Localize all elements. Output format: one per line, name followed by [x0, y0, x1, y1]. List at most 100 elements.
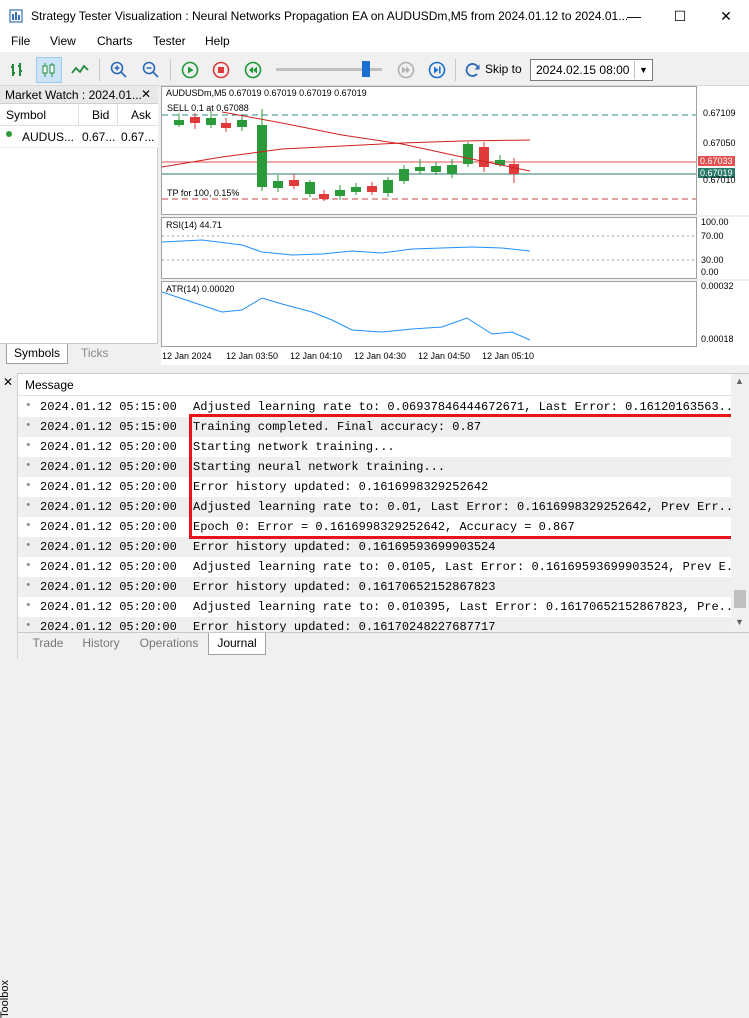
- candlestick-icon: [42, 63, 55, 77]
- log-bullet-icon: •: [25, 440, 32, 452]
- scrollbar-thumb[interactable]: [734, 590, 746, 608]
- price-tick: 0.67010: [703, 175, 736, 185]
- log-bullet-icon: •: [25, 500, 32, 512]
- time-tick: 12 Jan 04:30: [354, 351, 407, 361]
- column-divider: [117, 104, 118, 126]
- log-bullet-icon: •: [25, 580, 32, 592]
- candle-body: [273, 181, 283, 188]
- maximize-button[interactable]: ☐: [657, 0, 703, 32]
- candle-body: [206, 118, 216, 125]
- stop-icon: [212, 61, 230, 79]
- candle-body: [431, 166, 441, 172]
- highlight-box: [189, 414, 734, 539]
- log-bullet-icon: •: [25, 560, 32, 572]
- time-tick: 12 Jan 2024: [162, 351, 212, 361]
- log-time: 2024.01.12 05:15:00: [40, 400, 177, 414]
- candle-body: [305, 182, 315, 194]
- market-watch-tabs: Symbols Ticks: [0, 343, 158, 366]
- column-message[interactable]: Message: [25, 378, 74, 392]
- scroll-down-icon[interactable]: ▼: [735, 617, 744, 627]
- skip-to-date-value: 2024.02.15 08:00: [536, 63, 630, 77]
- bar-chart-button[interactable]: [5, 57, 31, 83]
- candle-body: [351, 187, 361, 192]
- log-message: Adjusted learning rate to: 0.0105, Last …: [193, 560, 731, 574]
- play-icon: [181, 61, 199, 79]
- tab-operations[interactable]: Operations: [132, 633, 206, 655]
- zoom-out-icon: [142, 61, 159, 78]
- candlestick-button[interactable]: [36, 57, 62, 83]
- zoom-out-button[interactable]: [138, 57, 164, 83]
- close-icon[interactable]: ✕: [141, 87, 151, 101]
- log-bullet-icon: •: [25, 460, 32, 472]
- symbol-status-icon: [6, 131, 12, 137]
- zoom-in-button[interactable]: [106, 57, 132, 83]
- atr-axis: 0.00032 0.00018: [697, 281, 749, 347]
- market-watch-row[interactable]: AUDUS... 0.67... 0.67...: [0, 126, 158, 148]
- tab-journal[interactable]: Journal: [208, 633, 266, 655]
- menu-file[interactable]: File: [11, 34, 30, 48]
- atr-tick: 0.00018: [701, 334, 734, 344]
- app-icon: [9, 9, 23, 23]
- tab-trade[interactable]: Trade: [26, 633, 70, 655]
- play-button[interactable]: [177, 57, 203, 83]
- column-ask[interactable]: Ask: [131, 108, 151, 122]
- stop-button[interactable]: [208, 57, 234, 83]
- log-bullet-icon: •: [25, 540, 32, 552]
- log-message: Adjusted learning rate to: 0.06937846444…: [193, 400, 731, 414]
- rewind-button[interactable]: [240, 57, 266, 83]
- candle-body: [319, 194, 329, 199]
- line-chart-icon: [71, 64, 89, 74]
- candle-body: [335, 190, 345, 196]
- step-forward-icon: [428, 61, 446, 79]
- menu-help[interactable]: Help: [205, 34, 230, 48]
- rsi-label: RSI(14) 44.71: [166, 220, 223, 230]
- tab-history[interactable]: History: [74, 633, 128, 655]
- candle-body: [289, 180, 299, 186]
- skip-to-date-field[interactable]: 2024.02.15 08:00 ▼: [530, 59, 653, 81]
- menu-view[interactable]: View: [50, 34, 76, 48]
- menu-charts[interactable]: Charts: [97, 34, 132, 48]
- log-time: 2024.01.12 05:20:00: [40, 580, 177, 594]
- column-symbol[interactable]: Symbol: [6, 108, 46, 122]
- log-row[interactable]: • 2024.01.12 05:20:00 Adjusted learning ra…: [18, 557, 731, 577]
- fast-forward-button[interactable]: [393, 57, 419, 83]
- tab-ticks[interactable]: Ticks: [81, 346, 109, 360]
- log-row[interactable]: • 2024.01.12 05:20:00 Adjusted learning ra…: [18, 597, 731, 617]
- skip-to-button[interactable]: [460, 57, 486, 83]
- column-bid[interactable]: Bid: [92, 108, 109, 122]
- menu-tester[interactable]: Tester: [153, 34, 186, 48]
- toolbar-separator: [455, 59, 456, 81]
- rewind-icon: [244, 61, 262, 79]
- log-bullet-icon: •: [25, 400, 32, 412]
- atr-label: ATR(14) 0.00020: [166, 284, 235, 294]
- price-tick: 0.67109: [703, 108, 736, 118]
- title-bar: Strategy Tester Visualization : Neural N…: [0, 0, 749, 32]
- journal-scrollbar[interactable]: ▲ ▼: [731, 374, 749, 632]
- log-time: 2024.01.12 05:20:00: [40, 440, 177, 454]
- step-forward-button[interactable]: [424, 57, 450, 83]
- row-bid: 0.67...: [82, 130, 116, 144]
- minimize-button[interactable]: —: [611, 0, 657, 32]
- menu-bar: File View Charts Tester Help: [0, 32, 749, 52]
- atr-panel[interactable]: ATR(14) 0.00020: [161, 281, 697, 347]
- line-chart-button[interactable]: [67, 57, 93, 83]
- rsi-panel[interactable]: RSI(14) 44.71: [161, 217, 697, 279]
- candle-body: [463, 144, 473, 164]
- toolbar-separator: [170, 59, 171, 81]
- price-chart[interactable]: AUDUSDm,M5 0.67019 0.67019 0.67019 0.670…: [161, 86, 697, 215]
- log-row[interactable]: • 2024.01.12 05:20:00 Error history update…: [18, 537, 731, 557]
- sell-order-label: SELL 0.1 at 0.67088: [167, 103, 249, 113]
- calendar-dropdown-icon[interactable]: ▼: [634, 61, 652, 79]
- scroll-up-icon[interactable]: ▲: [735, 376, 744, 386]
- log-row[interactable]: • 2024.01.12 05:20:00 Error history update…: [18, 577, 731, 597]
- speed-slider-thumb[interactable]: [362, 61, 371, 77]
- toolbox-close-icon[interactable]: ✕: [3, 375, 13, 389]
- atr-canvas: [162, 291, 531, 341]
- close-button[interactable]: ✕: [703, 0, 749, 32]
- candle-body: [257, 125, 267, 187]
- tab-symbols[interactable]: Symbols: [6, 344, 68, 364]
- toolbox-side-bar: ✕ Toolbox: [0, 373, 18, 1018]
- price-tag-ma: 0.67033: [698, 156, 735, 166]
- market-watch-title: Market Watch : 2024.01...: [5, 88, 142, 102]
- toolbox-tabs: Trade History Operations Journal: [18, 632, 749, 659]
